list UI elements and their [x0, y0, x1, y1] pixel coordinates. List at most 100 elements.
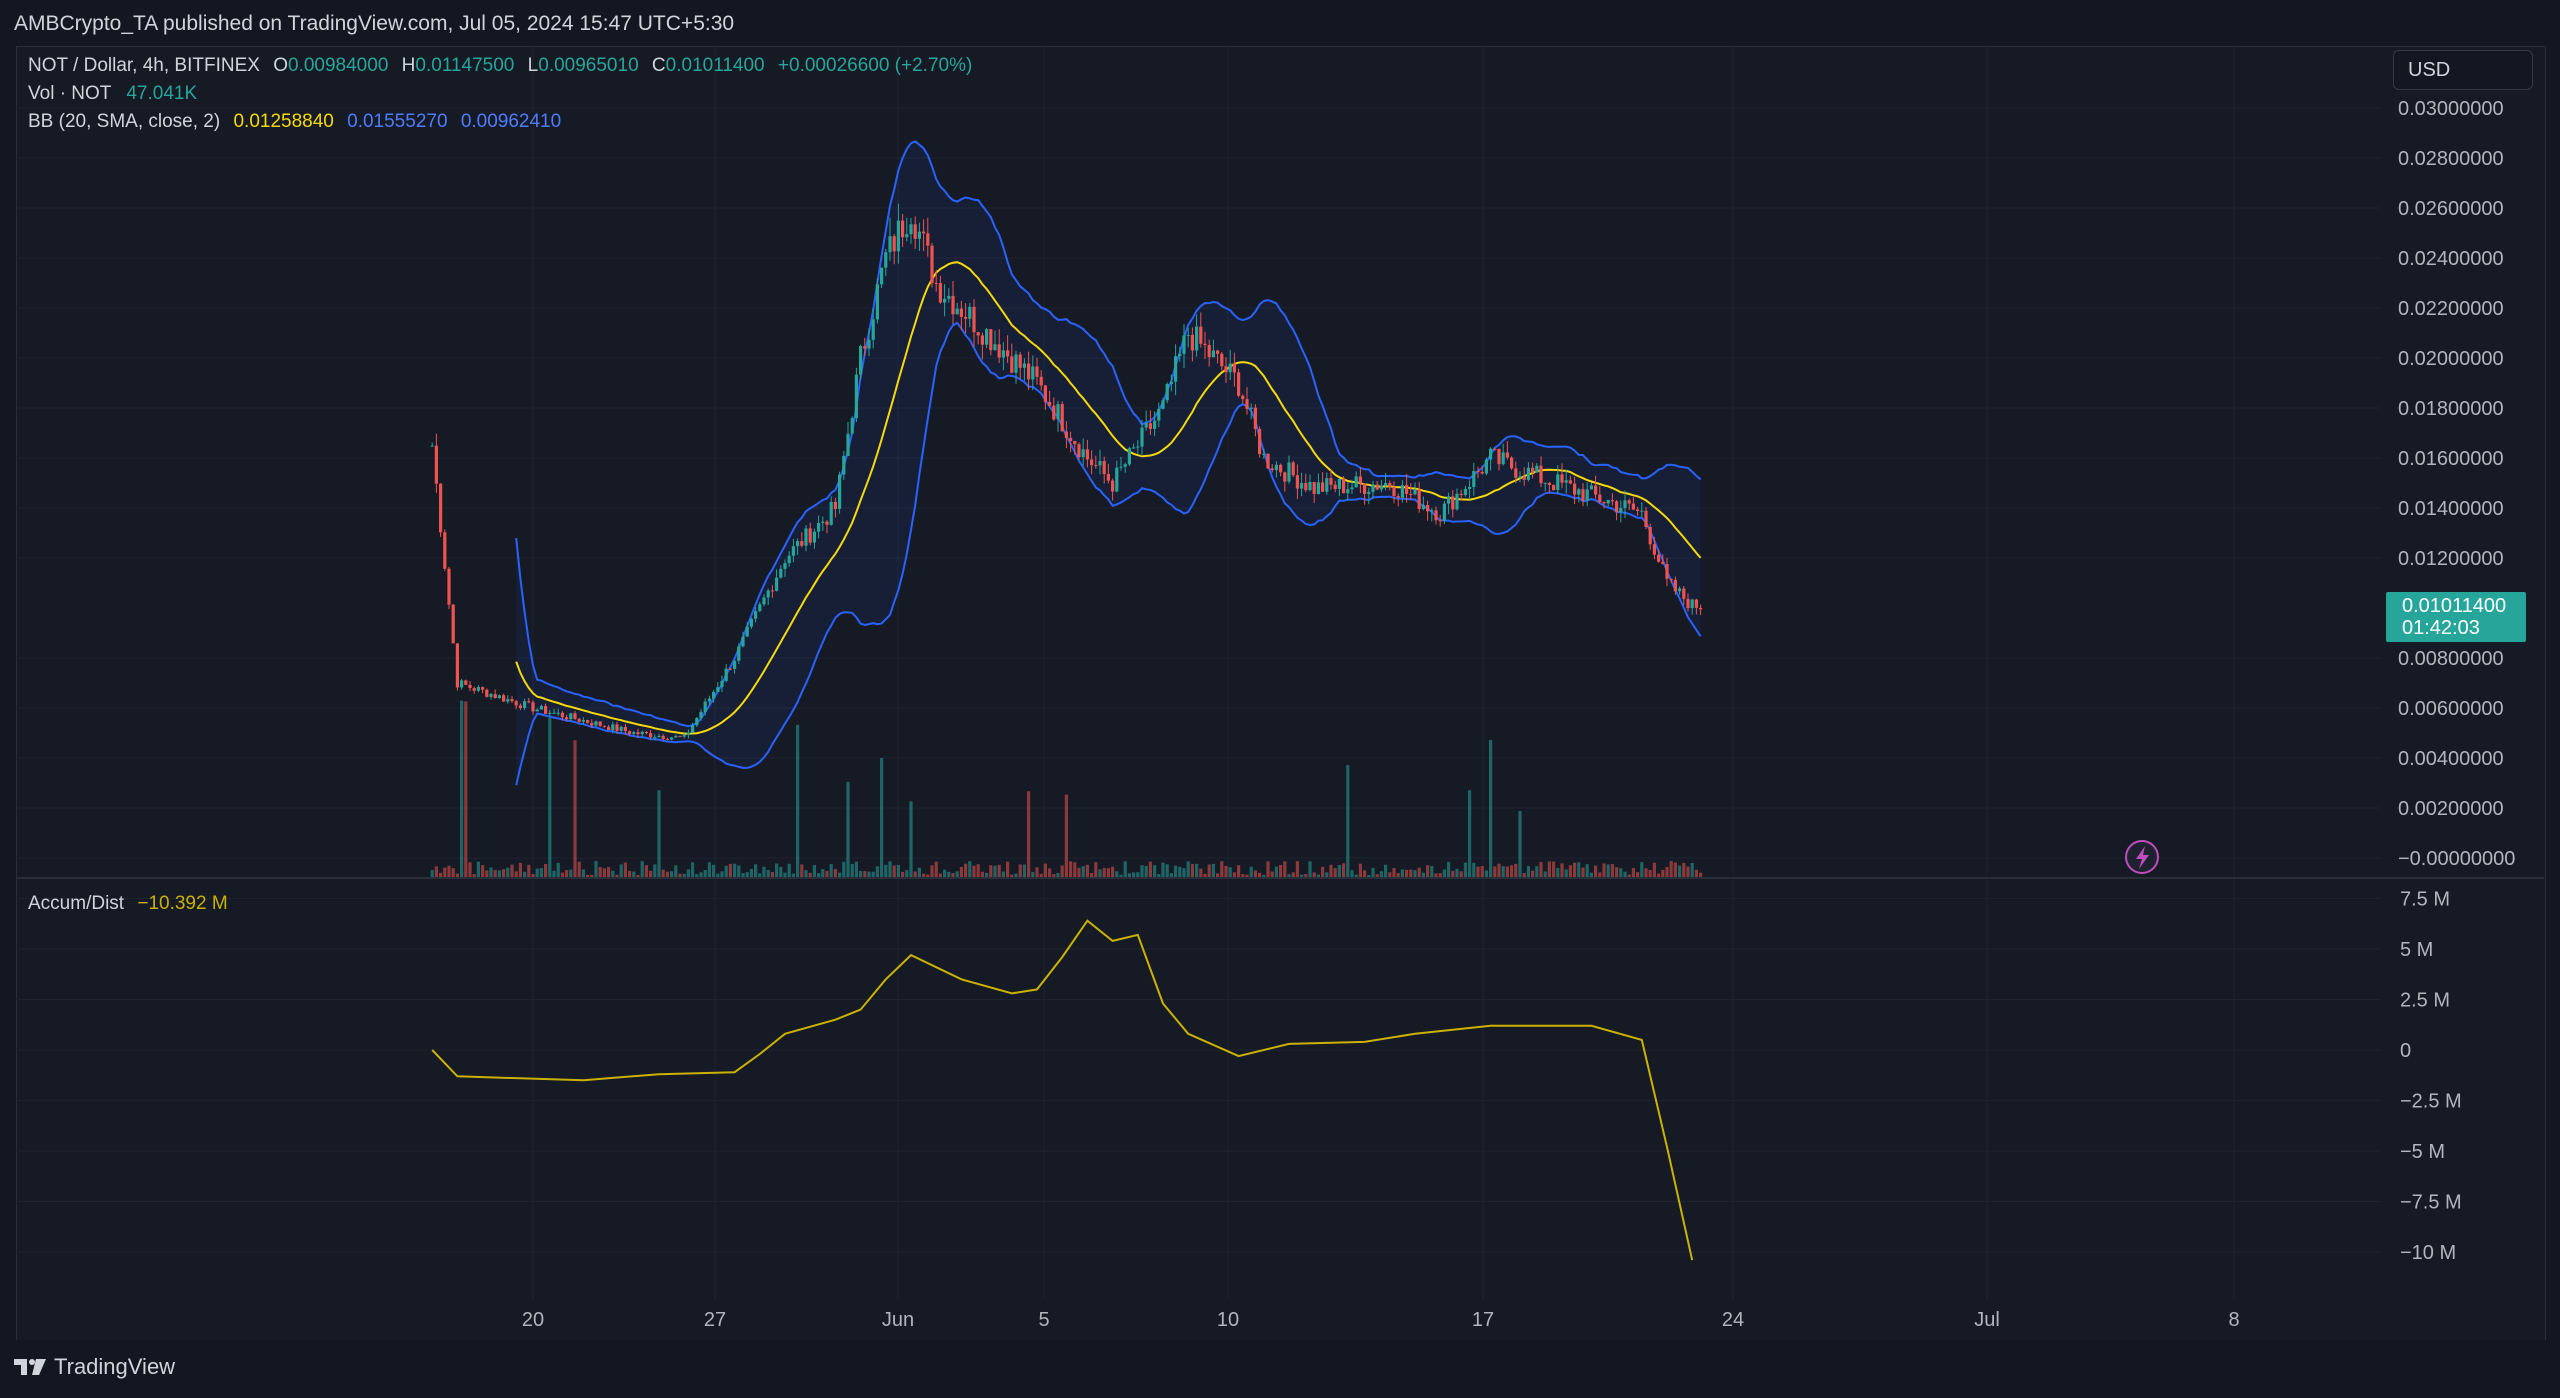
volume-bar: [1098, 869, 1102, 878]
candle-body: [1304, 483, 1308, 491]
candle-body: [670, 737, 674, 740]
candle-body: [1006, 350, 1010, 357]
volume-bar: [1640, 862, 1644, 878]
volume-bar: [644, 865, 648, 878]
volume-bar: [1686, 866, 1690, 878]
volume-bar: [1547, 861, 1551, 878]
volume-bar: [1295, 861, 1299, 878]
candle-body: [1547, 482, 1551, 485]
bollinger-band-fill: [516, 141, 1701, 786]
volume-bar: [1022, 864, 1026, 878]
candle-body: [733, 660, 737, 669]
high-value: 0.01147500: [415, 55, 515, 76]
candle-body: [1560, 474, 1564, 483]
candle-body: [644, 731, 648, 734]
price-tick-label: 0.02200000: [2398, 298, 2504, 320]
volume-bar: [539, 868, 543, 878]
candle-body: [779, 568, 783, 578]
volume-bar: [1463, 862, 1467, 878]
candle-body: [1543, 482, 1547, 484]
volume-bar: [720, 871, 724, 878]
legend-volume[interactable]: Vol · NOT 47.041K: [28, 83, 197, 105]
price-tick-label: 0.00400000: [2398, 748, 2504, 770]
volume-bar: [686, 869, 690, 878]
candle-body: [1127, 448, 1131, 465]
volume-bar: [1358, 863, 1362, 878]
candle-body: [657, 735, 661, 738]
volume-bar: [997, 864, 1001, 878]
candle-body: [951, 295, 955, 315]
candle-body: [1526, 467, 1530, 480]
candle-body: [1636, 509, 1640, 511]
volume-bar: [930, 865, 934, 878]
volume-bar: [607, 867, 611, 878]
volume-bar: [1064, 794, 1068, 878]
accum-dist-tick-label: −7.5 M: [2400, 1192, 2462, 1214]
volume-bar: [569, 869, 573, 878]
volume-bar: [1048, 868, 1052, 878]
candle-body: [1388, 483, 1392, 487]
candle-body: [1484, 459, 1488, 474]
candle-body: [1136, 446, 1140, 448]
candle-body: [724, 668, 728, 681]
candle-body: [1090, 459, 1094, 466]
candle-body: [468, 684, 472, 689]
candle-body: [699, 711, 703, 719]
volume-bar: [581, 869, 585, 878]
candle-body: [1295, 475, 1299, 489]
tradingview-logo[interactable]: TradingView: [14, 1354, 175, 1380]
candle-body: [1325, 478, 1329, 492]
candle-body: [447, 568, 451, 605]
chart-canvas[interactable]: 0.03000000 0.02800000 0.02600000 0.02400000…: [0, 0, 2560, 1398]
candle-body: [1686, 598, 1690, 609]
volume-bar: [1321, 866, 1325, 878]
volume-bar: [1678, 865, 1682, 878]
volume-bar: [762, 866, 766, 878]
volume-bar: [1631, 868, 1635, 878]
candle-body: [686, 732, 690, 735]
volume-bar: [1400, 869, 1404, 878]
volume-bar: [1266, 861, 1270, 878]
volume-bar: [1652, 862, 1656, 878]
candle-body: [888, 236, 892, 253]
candle-body: [1552, 484, 1556, 491]
price-tick-label: 0.02000000: [2398, 348, 2504, 370]
volume-bar: [1199, 868, 1203, 878]
symbol-label[interactable]: NOT / Dollar, 4h, BITFINEX: [28, 55, 260, 76]
candle-body: [1115, 467, 1119, 492]
accum-dist-tick-label: −10 M: [2400, 1242, 2456, 1264]
legend-accum-dist[interactable]: Accum/Dist −10.392 M: [28, 893, 228, 915]
footer-bar: [0, 1340, 2560, 1398]
candle-body: [720, 680, 724, 688]
volume-bar: [1510, 865, 1514, 878]
volume-bar: [733, 863, 737, 878]
candle-body: [1123, 464, 1127, 467]
candle-body: [1174, 356, 1178, 382]
candle-body: [1085, 449, 1089, 460]
candle-body: [1111, 480, 1115, 492]
volume-bar: [825, 870, 829, 878]
volume-bar: [1480, 865, 1484, 878]
time-tick-label: 8: [2228, 1309, 2239, 1331]
volume-bar: [1602, 863, 1606, 878]
volume-bar: [972, 865, 976, 878]
volume-bar: [598, 867, 602, 878]
volume-bar: [968, 861, 972, 878]
volume-bar: [460, 700, 464, 878]
volume-bar: [573, 740, 577, 878]
candle-body: [1421, 505, 1425, 509]
candle-body: [1669, 578, 1673, 580]
currency-button[interactable]: USD: [2393, 50, 2533, 90]
candle-body: [1027, 363, 1031, 380]
lightning-icon[interactable]: [2125, 840, 2159, 874]
candle-body: [695, 718, 699, 726]
legend-bollinger[interactable]: BB (20, SMA, close, 2) 0.01258840 0.0155…: [28, 111, 561, 133]
volume-bar: [1585, 864, 1589, 878]
candle-body: [1077, 444, 1081, 458]
change-value: +0.00026600 (+2.70%): [777, 55, 973, 76]
candle-body: [594, 721, 598, 726]
candle-body: [502, 695, 506, 702]
volume-bar: [1501, 866, 1505, 878]
candle-body: [1577, 489, 1581, 495]
candle-body: [674, 735, 678, 738]
